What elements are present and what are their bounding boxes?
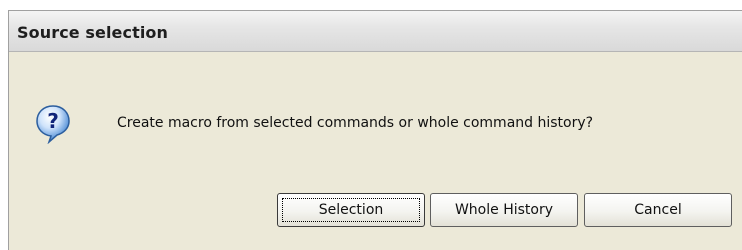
dialog-titlebar[interactable]: Source selection bbox=[9, 11, 742, 52]
cancel-button[interactable]: Cancel bbox=[584, 193, 732, 227]
selection-button[interactable]: Selection bbox=[277, 193, 425, 227]
dialog-title: Source selection bbox=[17, 23, 169, 42]
whole-history-button-label: Whole History bbox=[454, 202, 554, 218]
whole-history-button[interactable]: Whole History bbox=[430, 193, 578, 227]
source-selection-dialog: Source selection ? Create macro from sel… bbox=[8, 10, 742, 250]
cancel-button-label: Cancel bbox=[634, 202, 682, 218]
selection-button-label: Selection bbox=[318, 202, 384, 218]
dialog-message: Create macro from selected commands or w… bbox=[117, 115, 594, 131]
question-icon: ? bbox=[35, 104, 71, 145]
svg-text:?: ? bbox=[47, 109, 59, 133]
